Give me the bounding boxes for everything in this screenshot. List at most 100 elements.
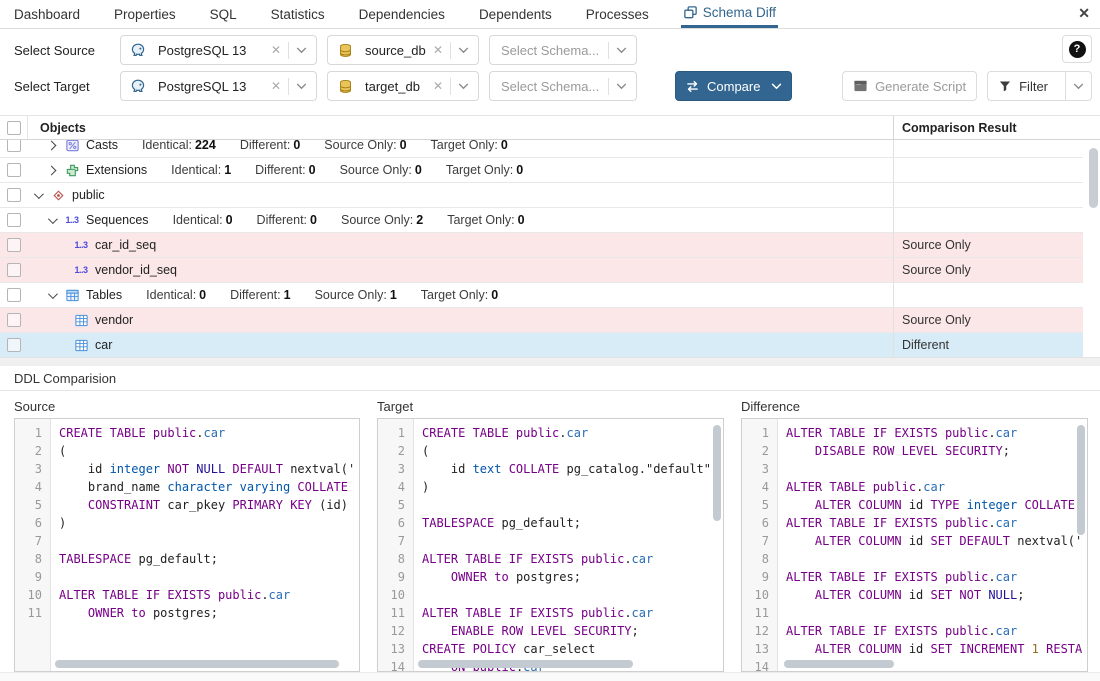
target-database-value: target_db [365,79,429,94]
chevron-down-icon[interactable] [609,47,630,54]
comparison-result-value: Source Only [893,258,1083,282]
object-label: vendor_id_seq [95,263,177,277]
select-all-checkbox[interactable] [7,121,21,135]
object-label: car [95,338,112,352]
source-database-clear-icon[interactable]: ✕ [429,43,450,57]
object-label: Tables [86,288,122,302]
source-ddl-editor[interactable]: 1234567891011CREATE TABLE public.car( id… [14,418,360,672]
postgres-server-icon [130,42,146,58]
panel-splitter[interactable] [0,357,1100,366]
grid-row-car_id_seq[interactable]: 1..3car_id_seqSource Only [0,233,1083,258]
source-schema-select[interactable]: Select Schema... [489,35,637,65]
target-schema-placeholder: Select Schema... [501,79,608,94]
tab-dashboard[interactable]: Dashboard [12,0,82,28]
target-database-select[interactable]: target_db ✕ [327,71,479,101]
difference-pane-label: Difference [741,395,1088,418]
line-numbers: 1234567891011121314 [378,419,414,671]
select-source-row: Select Source PostgreSQL 13 ✕ source_db … [0,32,1100,68]
grid-body: CastsIdentical:224Different:0Source Only… [0,133,1083,357]
object-label: vendor [95,313,133,327]
tab-bar: Dashboard Properties SQL Statistics Dependen… [0,0,1100,29]
chevron-down-icon[interactable] [289,83,310,90]
row-checkbox[interactable] [7,288,21,302]
expand-chevron-icon[interactable] [47,165,57,175]
tab-processes[interactable]: Processes [584,0,651,28]
tables-icon [64,288,80,303]
row-checkbox[interactable] [7,238,21,252]
count-source-only: Source Only:0 [340,163,422,177]
difference-vertical-scrollbar[interactable] [1077,425,1085,535]
comparison-result-value [893,158,1083,182]
grid-row-Tables[interactable]: TablesIdentical:0Different:1Source Only:… [0,283,1083,308]
row-checkbox[interactable] [7,163,21,177]
tab-sql[interactable]: SQL [208,0,239,28]
source-server-select[interactable]: PostgreSQL 13 ✕ [120,35,317,65]
select-target-label: Select Target [14,79,120,94]
ddl-comparison-title: DDL Comparision [0,366,1100,391]
line-numbers: 1234567891011121314 [742,419,778,671]
close-icon[interactable]: ✕ [1078,4,1090,22]
tab-statistics[interactable]: Statistics [269,0,327,28]
row-checkbox[interactable] [7,313,21,327]
count-identical: Identical:224 [142,138,216,152]
row-checkbox[interactable] [7,338,21,352]
source-code: CREATE TABLE public.car( id integer NOT … [51,419,359,671]
postgres-server-icon [130,78,146,94]
source-server-value: PostgreSQL 13 [158,43,267,58]
difference-horizontal-scrollbar[interactable] [784,660,894,668]
chevron-down-icon[interactable] [451,47,472,54]
source-server-clear-icon[interactable]: ✕ [267,43,288,57]
difference-ddl-editor[interactable]: 1234567891011121314ALTER TABLE IF EXISTS… [741,418,1088,672]
target-server-select[interactable]: PostgreSQL 13 ✕ [120,71,317,101]
grid-row-public[interactable]: public [0,183,1083,208]
sequences-icon: 1..3 [64,215,80,225]
chevron-down-icon[interactable] [609,83,630,90]
chevron-down-icon[interactable] [771,83,782,90]
count-target-only: Target Only:0 [447,213,524,227]
target-schema-select[interactable]: Select Schema... [489,71,637,101]
target-ddl-editor[interactable]: 1234567891011121314CREATE TABLE public.c… [377,418,724,672]
collapse-chevron-icon[interactable] [48,214,58,224]
row-checkbox[interactable] [7,188,21,202]
filter-dropdown-chevron-icon[interactable] [1065,72,1091,100]
collapse-chevron-icon[interactable] [48,289,58,299]
generate-script-button[interactable]: Generate Script [842,71,977,101]
grid-row-vendor[interactable]: vendorSource Only [0,308,1083,333]
chevron-down-icon[interactable] [289,47,310,54]
count-different: Different:0 [257,213,317,227]
tab-schema-diff[interactable]: Schema Diff [681,0,778,28]
compare-button[interactable]: Compare [675,71,792,101]
select-target-row: Select Target PostgreSQL 13 ✕ target_db … [0,68,1100,104]
comparison-result-value [893,208,1083,232]
target-server-clear-icon[interactable]: ✕ [267,79,288,93]
objects-column-header: Objects [28,116,893,139]
chevron-down-icon[interactable] [451,83,472,90]
grid-row-Sequences[interactable]: 1..3SequencesIdentical:0Different:0Sourc… [0,208,1083,233]
row-checkbox[interactable] [7,263,21,277]
comparison-result-value: Source Only [893,233,1083,257]
tab-dependencies[interactable]: Dependencies [357,0,447,28]
target-pane-label: Target [377,395,724,418]
tab-properties[interactable]: Properties [112,0,178,28]
target-vertical-scrollbar[interactable] [713,425,721,521]
help-icon: ? [1069,41,1086,58]
grid-vertical-scrollbar[interactable] [1089,148,1098,208]
expand-chevron-icon[interactable] [47,140,57,150]
tab-dependents[interactable]: Dependents [477,0,554,28]
target-code: CREATE TABLE public.car( id text COLLATE… [414,419,723,671]
target-horizontal-scrollbar[interactable] [418,660,633,668]
source-horizontal-scrollbar[interactable] [55,660,339,668]
source-database-select[interactable]: source_db ✕ [327,35,479,65]
filter-button[interactable]: Filter [987,71,1092,101]
help-button[interactable]: ? [1062,35,1092,63]
target-database-clear-icon[interactable]: ✕ [429,79,450,93]
sequence-icon: 1..3 [73,265,89,275]
row-checkbox[interactable] [7,213,21,227]
row-checkbox[interactable] [7,138,21,152]
grid-row-car[interactable]: carDifferent [0,333,1083,357]
grid-row-Extensions[interactable]: ExtensionsIdentical:1Different:0Source O… [0,158,1083,183]
collapse-chevron-icon[interactable] [34,189,44,199]
table-icon [73,313,89,328]
grid-row-vendor_id_seq[interactable]: 1..3 vendor_id_seq Source Only [0,258,1083,283]
count-different: Different:0 [240,138,300,152]
